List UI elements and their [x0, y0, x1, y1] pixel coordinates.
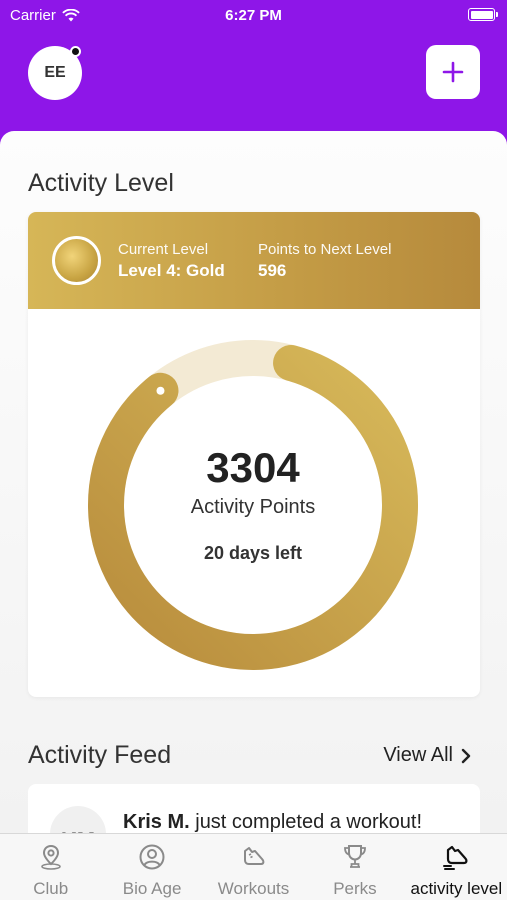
- trophy-icon: [344, 845, 366, 868]
- view-all-link[interactable]: View All: [383, 744, 471, 767]
- tab-activity-level-label: activity level: [410, 879, 503, 898]
- status-time: 6:27 PM: [225, 7, 282, 24]
- chevron-right-icon: [461, 748, 471, 763]
- activity-level-card[interactable]: Current Level Level 4: Gold Points to Ne…: [28, 212, 480, 697]
- activity-level-title: Activity Level: [28, 169, 174, 197]
- tab-club[interactable]: Club: [0, 834, 101, 900]
- points-next-value: 596: [258, 261, 287, 280]
- current-level-label: Current Level: [118, 241, 209, 258]
- add-button[interactable]: [426, 45, 480, 99]
- activity-progress-ring: 3304 Activity Points 20 days left: [78, 330, 428, 680]
- current-level-block: Current Level Level 4: Gold: [118, 241, 225, 281]
- level-banner: Current Level Level 4: Gold Points to Ne…: [28, 212, 480, 309]
- activity-feed-title: Activity Feed: [28, 741, 172, 769]
- tab-bio-age[interactable]: Bio Age: [101, 834, 202, 900]
- current-level-value: Level 4: Gold: [118, 261, 225, 280]
- running-shoe-icon: [243, 847, 264, 865]
- tab-activity-level[interactable]: activity level: [406, 834, 507, 900]
- activity-points-label: Activity Points: [190, 496, 316, 518]
- view-all-label: View All: [383, 744, 453, 766]
- tab-perks[interactable]: Perks: [304, 834, 405, 900]
- profile-avatar[interactable]: EE: [28, 46, 82, 100]
- tab-workouts-label: Workouts: [217, 879, 290, 898]
- gold-medal-icon: [52, 236, 101, 285]
- notification-dot: [70, 46, 81, 57]
- avatar-initials: EE: [44, 64, 66, 81]
- points-next-block: Points to Next Level 596: [258, 241, 391, 281]
- tab-perks-label: Perks: [333, 879, 377, 898]
- points-next-label: Points to Next Level: [258, 241, 392, 258]
- main-content[interactable]: Activity Level Current Level Level 4: Go…: [0, 131, 507, 900]
- tab-bio-age-label: Bio Age: [122, 879, 182, 898]
- activity-points-value: 3304: [206, 444, 300, 491]
- location-pin-icon: [40, 844, 61, 870]
- tab-club-label: Club: [33, 879, 69, 898]
- status-bar: Carrier 6:27 PM: [0, 0, 507, 30]
- feed-item-text: Kris M. just completed a workout!: [123, 811, 422, 834]
- battery-icon: [468, 8, 498, 21]
- tab-bar: Club Bio Age Workouts Perks activity lev…: [0, 833, 507, 900]
- feed-item-message: just completed a workout!: [189, 811, 423, 833]
- plus-icon: [442, 61, 464, 83]
- ring-center: 3304 Activity Points 20 days left: [78, 330, 428, 680]
- person-circle-icon: [139, 844, 165, 870]
- activity-shoe-icon: [443, 845, 468, 870]
- tab-workouts[interactable]: Workouts: [203, 834, 304, 900]
- days-left-label: 20 days left: [203, 543, 303, 563]
- feed-item-name: Kris M.: [123, 811, 190, 833]
